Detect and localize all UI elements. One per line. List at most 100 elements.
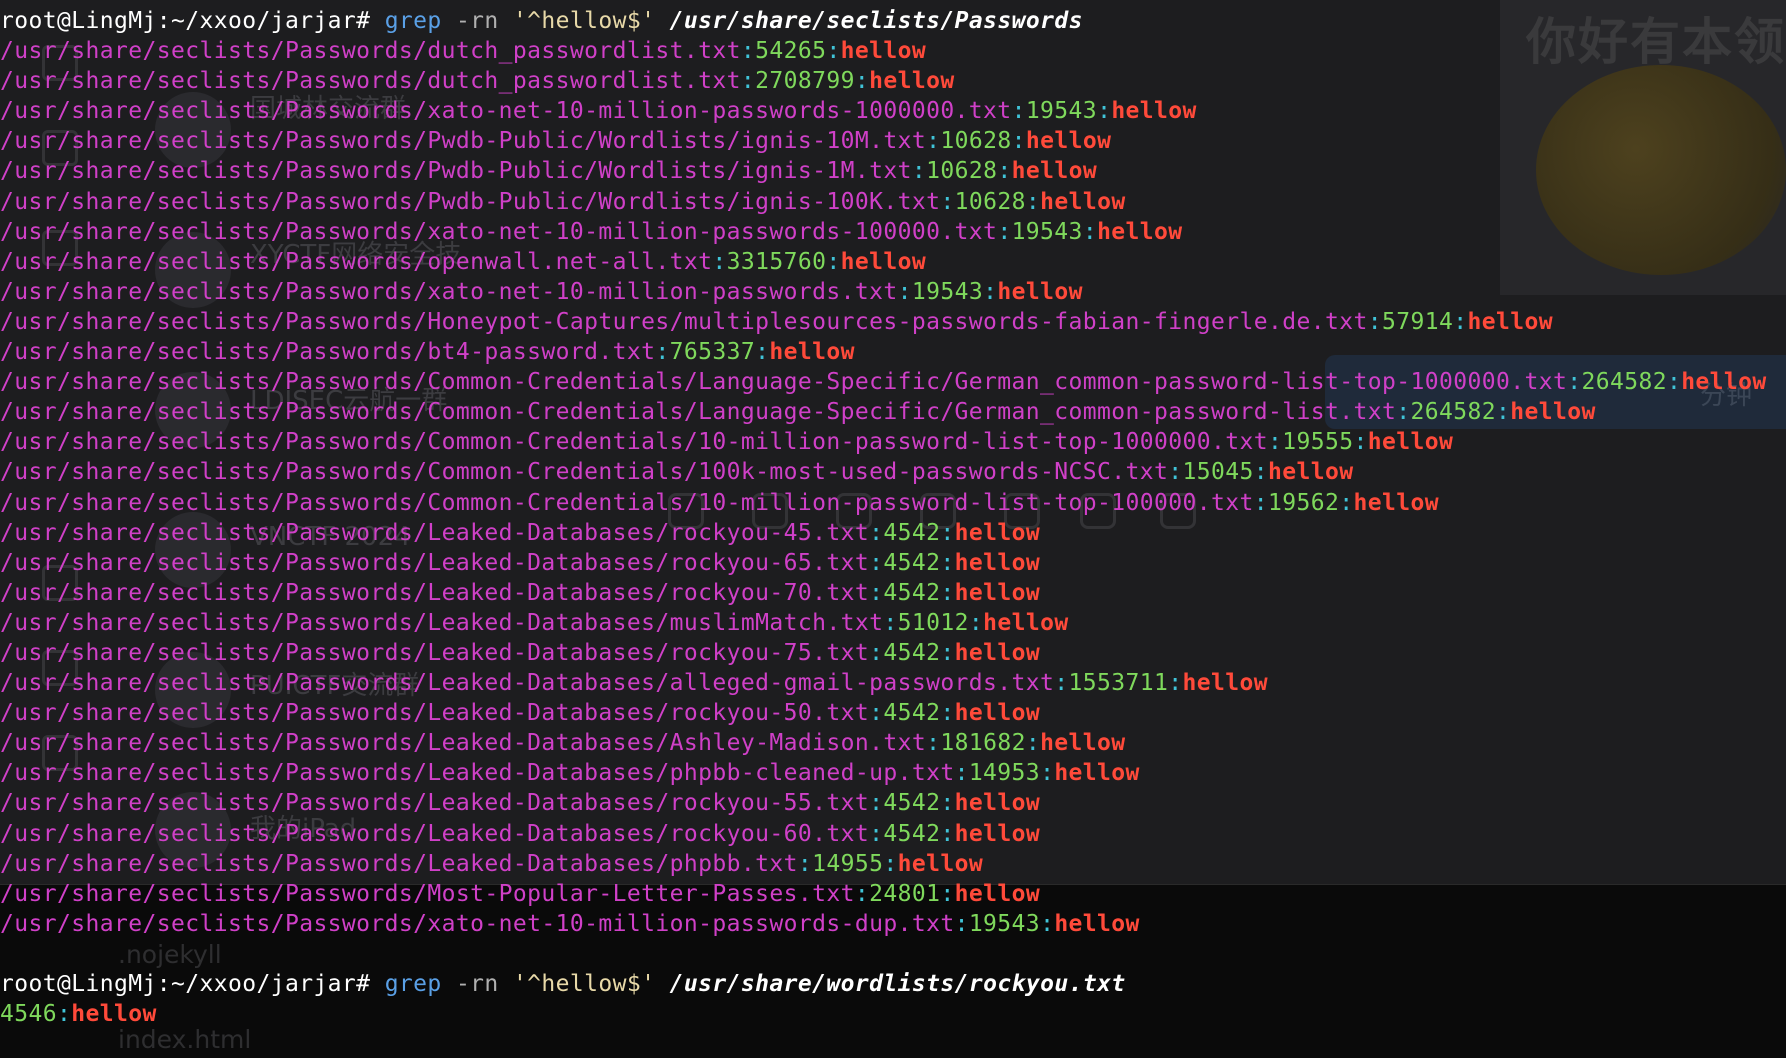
result-line-number: 10628 [954,188,1026,215]
result-match: hellow [1097,218,1183,245]
grep-result-line: /usr/share/seclists/Passwords/Common-Cre… [0,488,1786,518]
result-line-number: 4542 [883,579,941,606]
result-match: hellow [71,1001,157,1028]
grep-result-line: /usr/share/seclists/Passwords/Common-Cre… [0,397,1786,427]
separator-colon: : [1666,369,1682,396]
result-filename: /usr/share/seclists/Passwords/Pwdb-Publi… [0,128,927,155]
separator-colon: : [940,790,955,817]
result-line-number: 1553711 [1068,670,1169,697]
result-filename: /usr/share/seclists/Passwords/Leaked-Dat… [0,609,884,636]
result-line-number: 15045 [1182,459,1254,486]
result-line-number: 4542 [883,639,941,666]
separator-colon: : [1040,760,1055,787]
result-line-number: 10628 [940,128,1012,155]
grep-result-line: /usr/share/seclists/Passwords/Leaked-Dat… [0,638,1786,668]
separator-colon: : [1025,730,1041,757]
result-line-number: 4542 [883,790,941,817]
result-filename: /usr/share/seclists/Passwords/Leaked-Dat… [0,670,1055,697]
result-match: hellow [983,609,1069,636]
result-line-number: 14953 [968,760,1041,787]
command-line: root@LingMj:~/xxoo/jarjar# grep -rn '^he… [0,969,1786,999]
grep-result-line: /usr/share/seclists/Passwords/Leaked-Dat… [0,518,1786,548]
separator-colon: : [797,850,813,877]
result-filename: /usr/share/seclists/Passwords/Most-Popul… [0,880,855,907]
separator-colon: : [1168,459,1183,486]
separator-colon: : [655,339,670,366]
grep-result-line: /usr/share/seclists/Passwords/Pwdb-Publi… [0,187,1786,217]
result-filename: /usr/share/seclists/Passwords/Leaked-Dat… [0,579,870,606]
separator-colon: : [1040,910,1055,937]
result-filename: /usr/share/seclists/Passwords/Leaked-Dat… [0,700,870,727]
result-match: hellow [954,880,1041,907]
grep-result-line: /usr/share/seclists/Passwords/Leaked-Dat… [0,578,1786,608]
separator-colon: : [997,158,1012,185]
result-match: hellow [954,820,1041,847]
separator-colon: : [869,820,884,847]
result-line-number: 4542 [883,700,941,727]
result-line-number: 4546 [0,1001,57,1028]
separator-colon: : [911,158,927,185]
grep-result-line: /usr/share/seclists/Passwords/dutch_pass… [0,66,1786,96]
result-match: hellow [954,519,1041,546]
result-filename: /usr/share/seclists/Passwords/dutch_pass… [0,68,741,95]
result-filename: /usr/share/seclists/Passwords/Leaked-Dat… [0,730,927,757]
result-filename: /usr/share/seclists/Passwords/Pwdb-Publi… [0,188,941,215]
separator-colon: : [1168,670,1183,697]
separator-colon: : [826,38,841,65]
result-line-number: 4542 [883,519,941,546]
separator-colon: : [997,218,1012,245]
result-line-number: 181682 [940,730,1026,757]
separator-colon: : [1353,429,1368,456]
separator-colon: : [1339,489,1354,516]
result-line-number: 19543 [968,910,1041,937]
result-match: hellow [954,579,1041,606]
grep-result-line: /usr/share/seclists/Passwords/bt4-passwo… [0,337,1786,367]
separator-colon: : [869,549,884,576]
result-match: hellow [1054,910,1140,937]
result-match: hellow [1182,670,1269,697]
separator-colon: : [1453,308,1468,335]
result-line-number: 19555 [1282,429,1354,456]
search-pattern: '^hellow$' [512,971,656,997]
separator-colon: : [854,68,870,95]
result-filename: /usr/share/seclists/Passwords/Honeypot-C… [0,308,1368,335]
separator-colon: : [940,639,955,666]
result-match: hellow [1353,489,1439,516]
separator-colon: : [1396,399,1411,426]
result-filename: /usr/share/seclists/Passwords/dutch_pass… [0,38,741,65]
result-filename: /usr/share/seclists/Passwords/Leaked-Dat… [0,519,870,546]
result-match: hellow [954,700,1041,727]
separator-colon: : [755,339,770,366]
result-line-number: 2708799 [755,68,855,95]
grep-result-line: /usr/share/seclists/Passwords/Common-Cre… [0,427,1786,457]
command-flags: -rn [455,8,499,34]
grep-result-line: /usr/share/seclists/Passwords/dutch_pass… [0,36,1786,66]
separator-colon: : [57,1001,72,1028]
separator-colon: : [940,188,955,215]
grep-result-line: 4546:hellow [0,999,1786,1029]
result-match: hellow [897,850,984,877]
grep-result-line: /usr/share/seclists/Passwords/xato-net-1… [0,217,1786,247]
terminal-output[interactable]: root@LingMj:~/xxoo/jarjar# grep -rn '^he… [0,6,1786,1029]
result-filename: /usr/share/seclists/Passwords/Common-Cre… [0,429,1268,456]
result-match: hellow [1054,760,1140,787]
separator-colon: : [1253,489,1269,516]
result-line-number: 19562 [1268,489,1340,516]
search-pattern: '^hellow$' [512,8,656,34]
separator-colon: : [926,128,941,155]
grep-result-line: /usr/share/seclists/Passwords/Common-Cre… [0,367,1786,397]
result-filename: /usr/share/seclists/Passwords/Common-Cre… [0,459,1169,486]
separator-colon: : [1268,429,1283,456]
separator-colon: : [854,880,870,907]
separator-colon: : [926,730,941,757]
separator-colon: : [1025,188,1041,215]
separator-colon: : [940,579,955,606]
separator-colon: : [712,248,727,275]
command-name: grep [384,971,442,997]
result-line-number: 14955 [812,850,884,877]
result-line-number: 19543 [1025,98,1098,125]
result-filename: /usr/share/seclists/Passwords/Common-Cre… [0,489,1254,516]
result-line-number: 264582 [1410,399,1496,426]
result-filename: /usr/share/seclists/Passwords/Pwdb-Publi… [0,158,912,185]
grep-result-line: /usr/share/seclists/Passwords/Common-Cre… [0,457,1786,487]
